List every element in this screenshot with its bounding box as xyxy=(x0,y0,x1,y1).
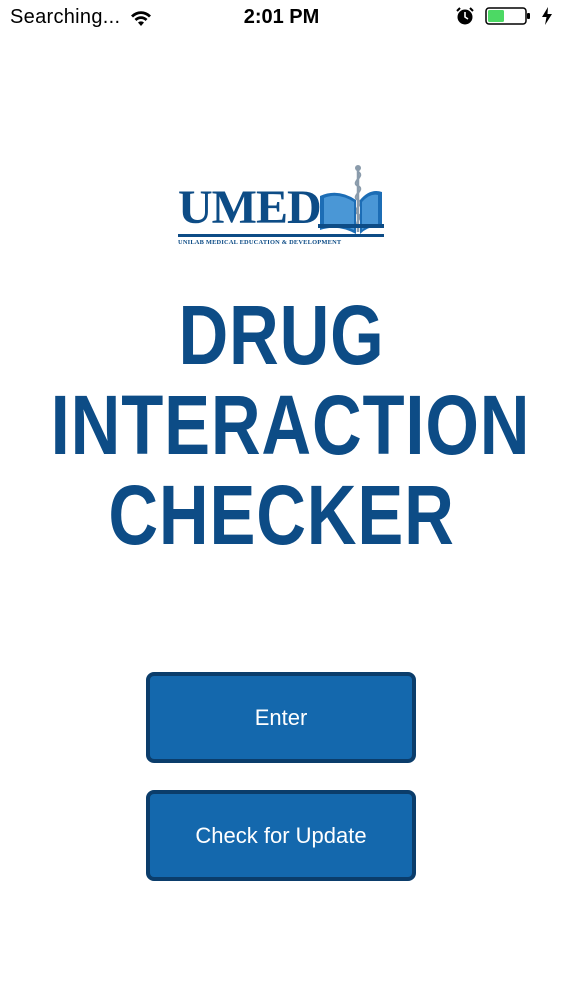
logo-divider xyxy=(178,234,384,237)
book-caduceus-icon xyxy=(318,162,384,234)
umed-logo: UMED UNILAB MEDICAL EDUCATION & DEVELOPM… xyxy=(178,162,386,252)
status-right xyxy=(455,6,553,26)
status-bar: Searching... 2:01 PM xyxy=(0,0,563,38)
title-line-drug: DRUG xyxy=(178,288,385,382)
check-for-update-button[interactable]: Check for Update xyxy=(146,790,416,881)
battery-icon xyxy=(485,6,531,26)
title-line-checker: CHECKER xyxy=(108,468,455,562)
logo-wordmark: UMED xyxy=(178,181,322,234)
charging-bolt-icon xyxy=(541,6,553,26)
title-line-interaction: INTERACTION xyxy=(50,378,531,472)
alarm-icon xyxy=(455,6,475,26)
logo-subtitle: UNILAB MEDICAL EDUCATION & DEVELOPMENT xyxy=(178,239,342,246)
enter-button[interactable]: Enter xyxy=(146,672,416,763)
app-title: DRUG INTERACTION CHECKER xyxy=(0,290,563,560)
